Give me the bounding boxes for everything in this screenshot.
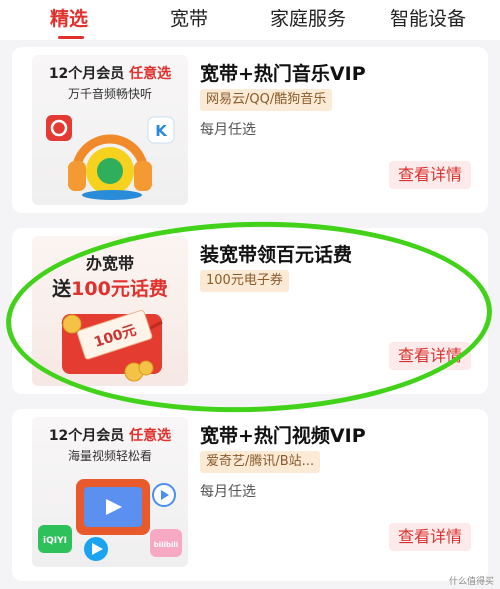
view-details-button[interactable]: 查看详情 [389, 161, 471, 189]
offer-meta: 每月任选 [200, 484, 256, 500]
offer-meta: 每月任选 [200, 122, 256, 138]
offer-title: 宽带+热门视频VIP [200, 425, 366, 447]
tv-icon [76, 479, 150, 535]
tab-broadband[interactable]: 宽带 [170, 4, 208, 31]
offer-title: 宽带+热门音乐VIP [200, 63, 366, 85]
tab-home-services[interactable]: 家庭服务 [270, 4, 346, 31]
offer-title: 装宽带领百元话费 [200, 244, 353, 266]
iqiyi-icon: iQIYI [38, 525, 72, 553]
offer-tag: 100元电子券 [200, 270, 289, 292]
music-offer-thumbnail: 12个月会员 任意选 万千音频畅快听 K [32, 55, 188, 205]
svg-text:K: K [155, 122, 168, 140]
credit-offer-thumbnail: 办宽带 送100元话费 100元 [32, 236, 188, 386]
offer-card-phone-credit[interactable]: 办宽带 送100元话费 100元 装宽带领百元话费 100元电子券 查看详情 [12, 228, 488, 394]
offer-card-music[interactable]: 12个月会员 任意选 万千音频畅快听 K 宽带+热门音乐VIP 网易云/QQ/酷… [12, 47, 488, 213]
offer-tag: 网易云/QQ/酷狗音乐 [200, 89, 333, 111]
bilibili-badge-label: bilibili [154, 541, 178, 549]
category-tab-bar: 精选 宽带 家庭服务 智能设备 [0, 0, 500, 40]
music-illustration: K [46, 115, 175, 200]
active-tab-indicator [58, 36, 84, 39]
tab-featured[interactable]: 精选 [50, 4, 88, 31]
watermark: 什么值得买 [448, 577, 494, 587]
netease-music-icon [46, 115, 72, 141]
view-details-button[interactable]: 查看详情 [389, 523, 471, 551]
bilibili-icon: bilibili [150, 529, 182, 557]
qq-music-headphone-icon [68, 134, 152, 200]
tencent-video-icon [84, 537, 108, 561]
video-illustration: iQIYI bilibili [38, 479, 182, 561]
offer-card-video[interactable]: 12个月会员 任意选 海量视频轻松看 iQIYI bilibili 宽带+热门视… [12, 409, 488, 581]
iqiyi-badge-label: iQIYI [43, 536, 67, 546]
credit-illustration: 100元 [61, 309, 163, 382]
tab-smart-devices[interactable]: 智能设备 [390, 4, 466, 31]
video-offer-thumbnail: 12个月会员 任意选 海量视频轻松看 iQIYI bilibili [32, 417, 188, 567]
view-details-button[interactable]: 查看详情 [389, 342, 471, 370]
offer-tag: 爱奇艺/腾讯/B站... [200, 451, 321, 473]
kugou-icon: K [147, 116, 175, 144]
